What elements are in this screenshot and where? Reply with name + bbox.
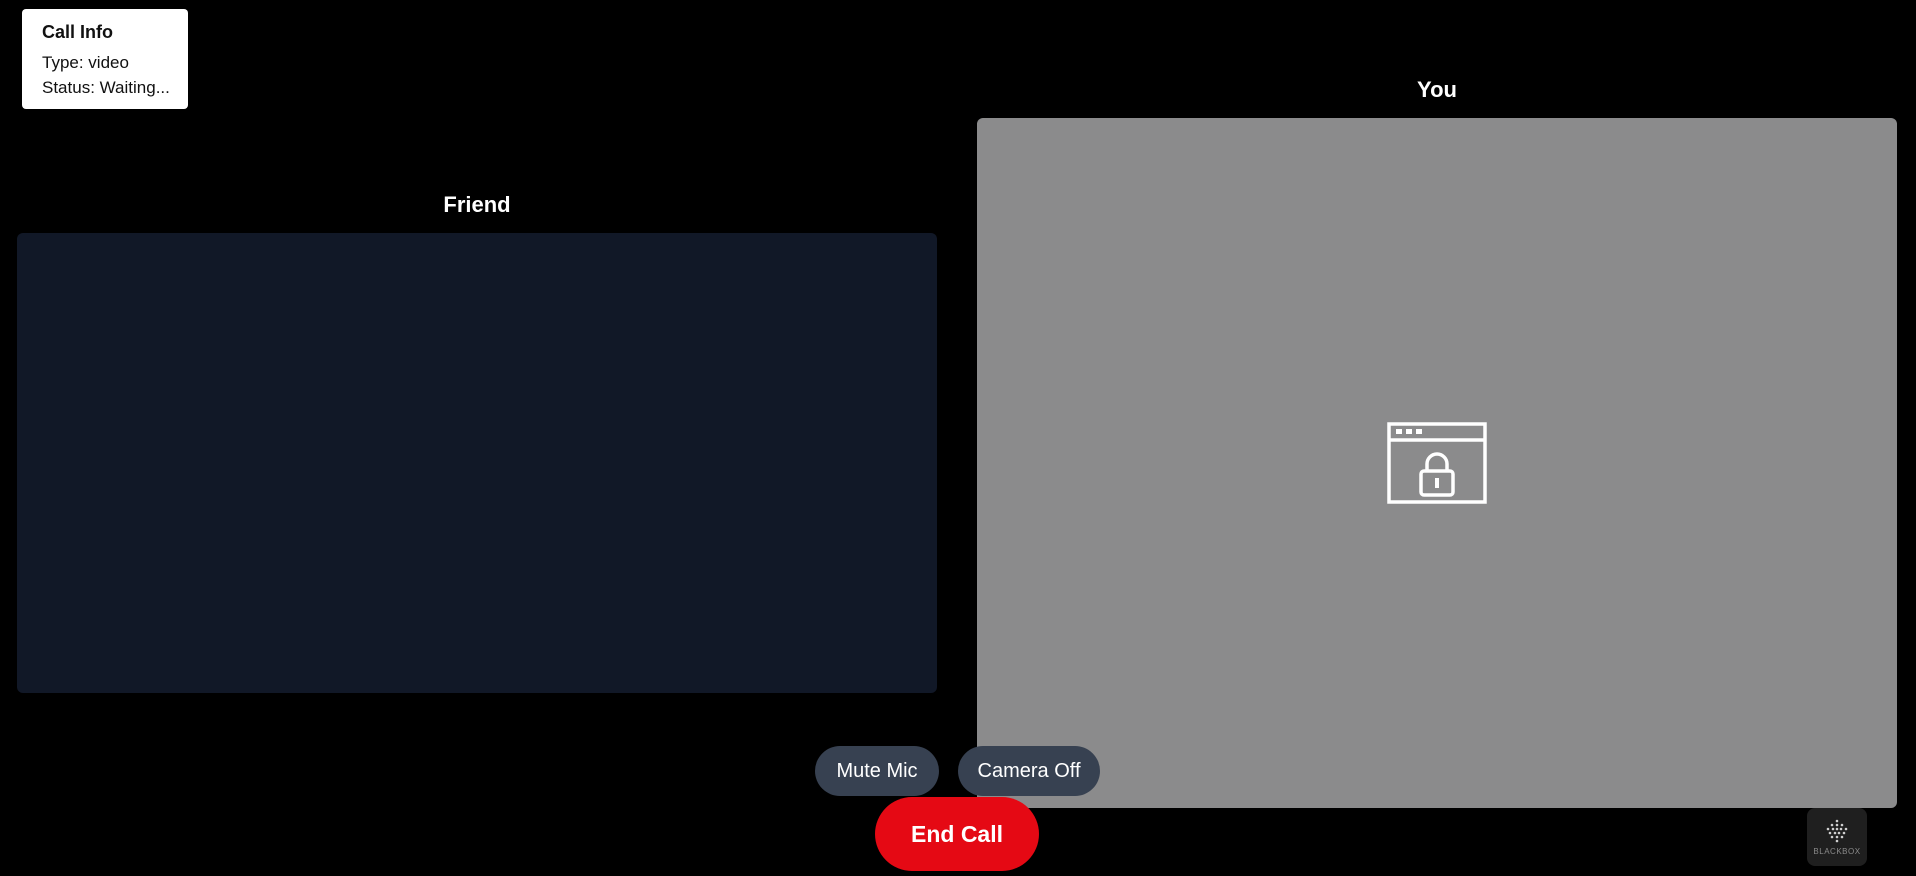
end-call-button[interactable]: End Call xyxy=(875,797,1039,871)
you-video-label: You xyxy=(1417,77,1457,102)
local-video xyxy=(977,118,1897,808)
call-info-title: Call Info xyxy=(42,22,113,42)
call-status-text: Status: Waiting... xyxy=(42,78,170,97)
camera-off-button[interactable]: Camera Off xyxy=(958,746,1100,796)
friend-video-label: Friend xyxy=(443,192,511,217)
mute-mic-button[interactable]: Mute Mic xyxy=(815,746,939,796)
video-call-page: Call Info Type: video Status: Waiting...… xyxy=(0,0,1916,876)
call-type-text: Type: video xyxy=(42,53,129,72)
friend-video xyxy=(17,233,937,693)
blackbox-badge-text: BLACKBOX xyxy=(1813,846,1861,856)
call-info-card: Call Info Type: video Status: Waiting... xyxy=(22,9,188,109)
blackbox-badge[interactable]: BLACKBOX xyxy=(1807,808,1867,866)
locked-window-icon xyxy=(1387,422,1487,504)
blackbox-logo-icon xyxy=(1826,819,1848,842)
